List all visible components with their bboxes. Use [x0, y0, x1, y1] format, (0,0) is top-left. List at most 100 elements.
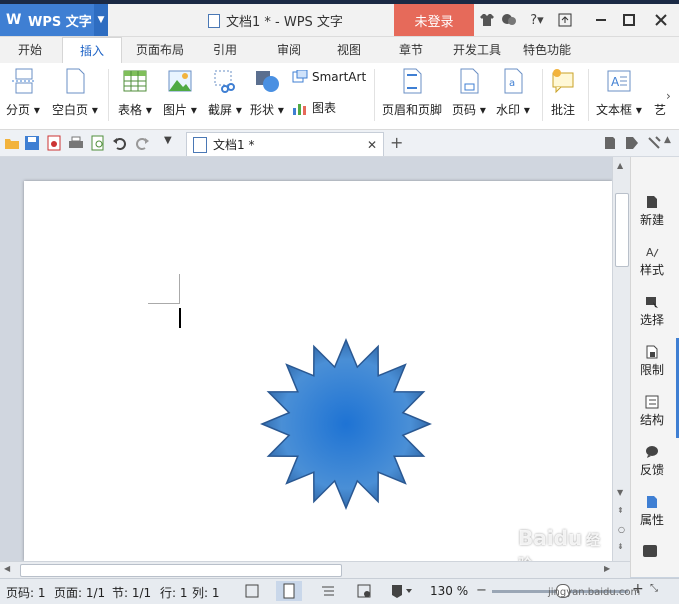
- side-restrict[interactable]: 限制: [631, 345, 673, 378]
- watermark-icon: a: [500, 67, 526, 95]
- table-button[interactable]: 表格 ▾: [118, 67, 152, 118]
- page-view-icon[interactable]: [276, 581, 302, 601]
- login-button[interactable]: 未登录: [394, 4, 474, 36]
- print-preview-icon[interactable]: [90, 135, 106, 151]
- side-feedback[interactable]: 反馈: [631, 445, 673, 478]
- open-folder-icon[interactable]: [4, 135, 20, 151]
- ribbon-separator: [374, 69, 375, 121]
- side-structure[interactable]: 结构: [631, 395, 673, 428]
- title-bar: W WPS 文字 ▼ 文档1 * - WPS 文字 未登录 ?▾: [0, 4, 679, 37]
- status-pages: 页面: 1/1: [54, 586, 106, 600]
- print-icon[interactable]: [68, 135, 84, 151]
- next-page-icon[interactable]: ⇟: [617, 542, 624, 551]
- picture-label: 图片: [163, 103, 188, 117]
- page-number-icon: [456, 67, 482, 95]
- ribbon-separator: [108, 69, 109, 121]
- scroll-up-icon[interactable]: ▲: [617, 161, 623, 170]
- horizontal-scrollbar[interactable]: ◀ ▶: [0, 561, 630, 578]
- page-number-button[interactable]: 页码 ▾: [452, 67, 486, 118]
- skin-icon[interactable]: [478, 11, 496, 29]
- document-tab[interactable]: 文档1 * ✕: [186, 132, 384, 156]
- collapse-ribbon-icon[interactable]: ▲: [664, 135, 679, 151]
- tools-icon[interactable]: [646, 135, 662, 151]
- blank-page-button[interactable]: 空白页 ▾: [52, 67, 98, 118]
- side-new[interactable]: 新建: [631, 195, 673, 228]
- comment-button[interactable]: 批注: [550, 67, 576, 118]
- side-properties[interactable]: 属性: [631, 495, 673, 528]
- vertical-scroll-thumb[interactable]: [615, 193, 629, 267]
- export-pdf-icon[interactable]: [46, 135, 62, 151]
- maximize-icon[interactable]: [616, 8, 642, 32]
- vertical-scrollbar[interactable]: ▲ ▼ ⇞ ○ ⇟: [612, 157, 631, 561]
- document-page[interactable]: Baidu经验: [24, 181, 612, 573]
- screenshot-button[interactable]: 截屏 ▾: [208, 67, 242, 118]
- message-icon[interactable]: [500, 11, 518, 29]
- scroll-right-icon[interactable]: ▶: [604, 564, 610, 573]
- minimize-icon[interactable]: [588, 8, 614, 32]
- page-break-button[interactable]: 分页 ▾: [6, 67, 40, 118]
- tag-icon[interactable]: [624, 135, 640, 151]
- header-footer-icon: [399, 67, 425, 95]
- scroll-down-icon[interactable]: ▼: [617, 488, 623, 497]
- window-title-text: 文档1 * - WPS 文字: [226, 15, 343, 30]
- new-tab-icon[interactable]: +: [390, 135, 406, 151]
- watermark-label: 水印: [496, 103, 521, 117]
- fit-page-icon[interactable]: ⤡: [650, 583, 658, 594]
- side-style[interactable]: A 样式: [631, 245, 673, 278]
- tab-chapter[interactable]: 章节: [386, 37, 436, 63]
- zoom-out-icon[interactable]: −: [476, 583, 487, 598]
- side-select[interactable]: 选择: [631, 295, 673, 328]
- tab-developer[interactable]: 开发工具: [446, 37, 508, 63]
- table-icon: [122, 67, 148, 95]
- smartart-button[interactable]: SmartArt: [292, 70, 366, 84]
- web-view-icon[interactable]: [356, 583, 372, 599]
- document-icon: [208, 13, 220, 28]
- art-text-button[interactable]: 艺: [654, 101, 666, 118]
- scroll-left-icon[interactable]: ◀: [4, 564, 10, 573]
- feedback-icon: [646, 446, 658, 458]
- help-icon[interactable]: ?▾: [526, 11, 548, 29]
- svg-text:A: A: [611, 75, 620, 89]
- close-icon[interactable]: [648, 8, 674, 32]
- outline-view-icon[interactable]: [320, 583, 336, 599]
- save-icon[interactable]: [24, 135, 40, 151]
- quick-access-bar: ▼ 文档1 * ✕ + ▲: [0, 130, 679, 157]
- ribbon: 分页 ▾ 空白页 ▾ 表格 ▾ 图片 ▾ 截屏 ▾ 形状 ▾ SmartArt: [0, 63, 679, 130]
- undo-icon[interactable]: [112, 135, 128, 151]
- eye-protection-icon[interactable]: [390, 583, 414, 599]
- sync-icon[interactable]: [602, 135, 618, 151]
- tab-features[interactable]: 特色功能: [516, 37, 578, 63]
- chart-button[interactable]: 图表: [292, 99, 336, 116]
- picture-button[interactable]: 图片 ▾: [163, 67, 197, 118]
- header-footer-button[interactable]: 页眉和页脚: [382, 67, 442, 118]
- browse-object-icon[interactable]: ○: [618, 525, 625, 534]
- app-menu-button[interactable]: W WPS 文字 ▼: [0, 4, 108, 36]
- margin-mark-vertical: [179, 274, 180, 304]
- star-shape[interactable]: [260, 338, 432, 510]
- previous-page-icon[interactable]: ⇞: [617, 506, 624, 515]
- tab-page-layout[interactable]: 页面布局: [130, 37, 190, 63]
- tab-view[interactable]: 视图: [324, 37, 374, 63]
- ribbon-scroll-right-icon[interactable]: ›: [666, 89, 671, 103]
- watermark-button[interactable]: a 水印 ▾: [496, 67, 530, 118]
- watermark-url: jingyan.baidu.com: [548, 587, 641, 598]
- app-menu-dropdown-icon[interactable]: ▼: [94, 4, 108, 36]
- horizontal-scroll-thumb[interactable]: [20, 564, 342, 577]
- picture-icon: [167, 67, 193, 95]
- tab-insert[interactable]: 插入: [62, 37, 122, 64]
- tab-references[interactable]: 引用: [200, 37, 250, 63]
- redo-icon[interactable]: [134, 135, 150, 151]
- restore-ribbon-icon[interactable]: [552, 8, 578, 32]
- page-break-icon: [10, 67, 36, 95]
- side-panel-extra-icon[interactable]: [643, 545, 657, 557]
- document-tab-close-icon[interactable]: ✕: [367, 138, 377, 152]
- smartart-icon: [292, 70, 308, 83]
- tab-review[interactable]: 审阅: [264, 37, 314, 63]
- shape-button[interactable]: 形状 ▾: [250, 67, 284, 118]
- full-screen-view-icon[interactable]: [244, 583, 260, 599]
- quick-access-dropdown-icon[interactable]: ▼: [164, 135, 180, 151]
- tab-home[interactable]: 开始: [6, 37, 54, 63]
- table-label: 表格: [118, 103, 143, 117]
- structure-icon: [645, 395, 659, 409]
- textbox-button[interactable]: A 文本框 ▾: [596, 67, 642, 118]
